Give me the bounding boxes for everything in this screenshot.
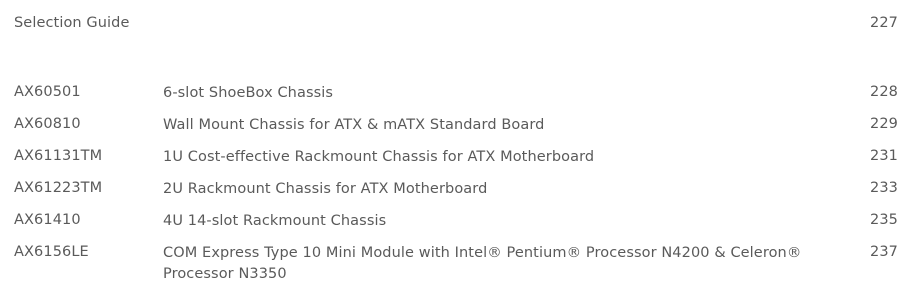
toc-page-number: 233 — [870, 180, 898, 196]
toc-page-number: 228 — [870, 84, 898, 100]
toc-model-code: AX6156LE — [14, 244, 89, 260]
table-of-contents: Selection Guide 227 AX60501 6-slot ShoeB… — [0, 0, 908, 306]
toc-page-number: 229 — [870, 116, 898, 132]
toc-page-number: 237 — [870, 244, 898, 260]
toc-entry-title: Wall Mount Chassis for ATX & mATX Standa… — [163, 117, 545, 133]
toc-model-code: AX61410 — [14, 212, 81, 228]
toc-entry-title: 6-slot ShoeBox Chassis — [163, 85, 334, 101]
toc-entry-title: COM Express Type 10 Mini Module with Int… — [163, 245, 802, 282]
toc-page-number: 231 — [870, 148, 898, 164]
toc-entry-title: 4U 14-slot Rackmount Chassis — [163, 213, 387, 229]
toc-page-number: 235 — [870, 212, 898, 228]
toc-entry-title: 2U Rackmount Chassis for ATX Motherboard — [163, 181, 488, 197]
toc-page-number: 227 — [870, 15, 898, 31]
toc-model-code: AX61223TM — [14, 180, 103, 196]
toc-model-code: AX60810 — [14, 116, 81, 132]
toc-model-code: AX60501 — [14, 84, 81, 100]
toc-section-title: Selection Guide — [14, 15, 130, 31]
toc-entry-title: 1U Cost-effective Rackmount Chassis for … — [163, 149, 595, 165]
toc-model-code: AX61131TM — [14, 148, 103, 164]
